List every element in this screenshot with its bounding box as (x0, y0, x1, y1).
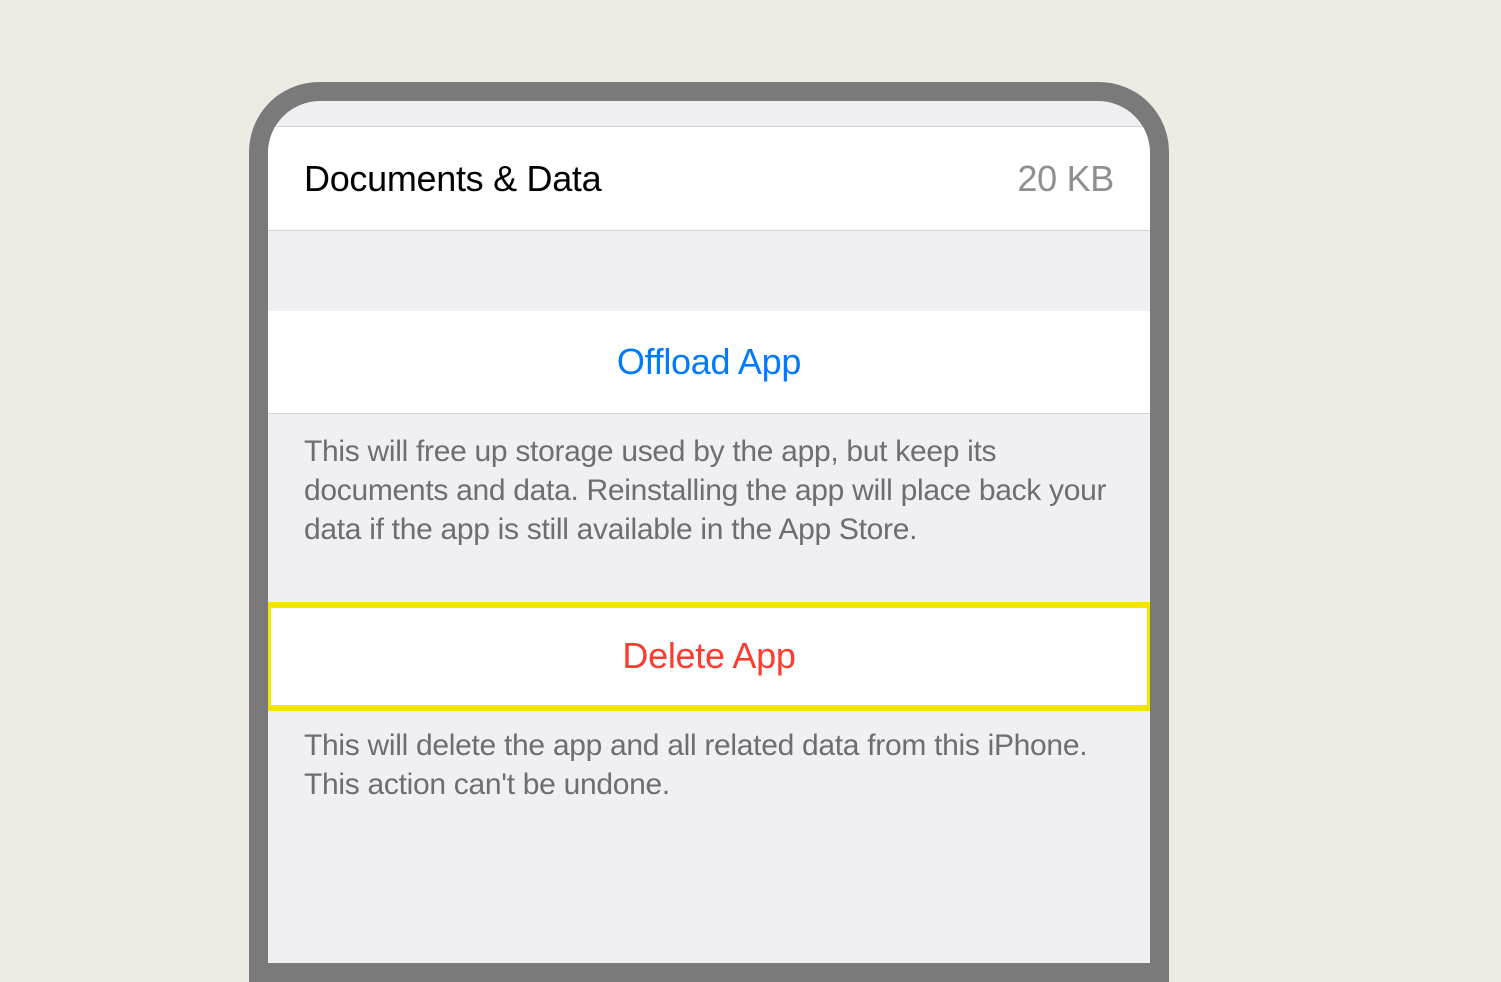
offload-description: This will free up storage used by the ap… (268, 414, 1150, 577)
offload-app-button[interactable]: Offload App (268, 311, 1150, 414)
documents-data-label: Documents & Data (304, 158, 601, 200)
section-gap (268, 231, 1150, 311)
section-gap-small (268, 577, 1150, 605)
delete-description: This will delete the app and all related… (268, 708, 1150, 832)
phone-frame: Documents & Data 20 KB Offload App This … (249, 82, 1169, 982)
offload-app-label: Offload App (617, 341, 801, 383)
phone-screen: Documents & Data 20 KB Offload App This … (268, 101, 1150, 963)
documents-data-row: Documents & Data 20 KB (268, 126, 1150, 231)
delete-app-button[interactable]: Delete App (268, 605, 1150, 708)
documents-data-value: 20 KB (1017, 158, 1114, 200)
delete-app-label: Delete App (622, 635, 795, 677)
